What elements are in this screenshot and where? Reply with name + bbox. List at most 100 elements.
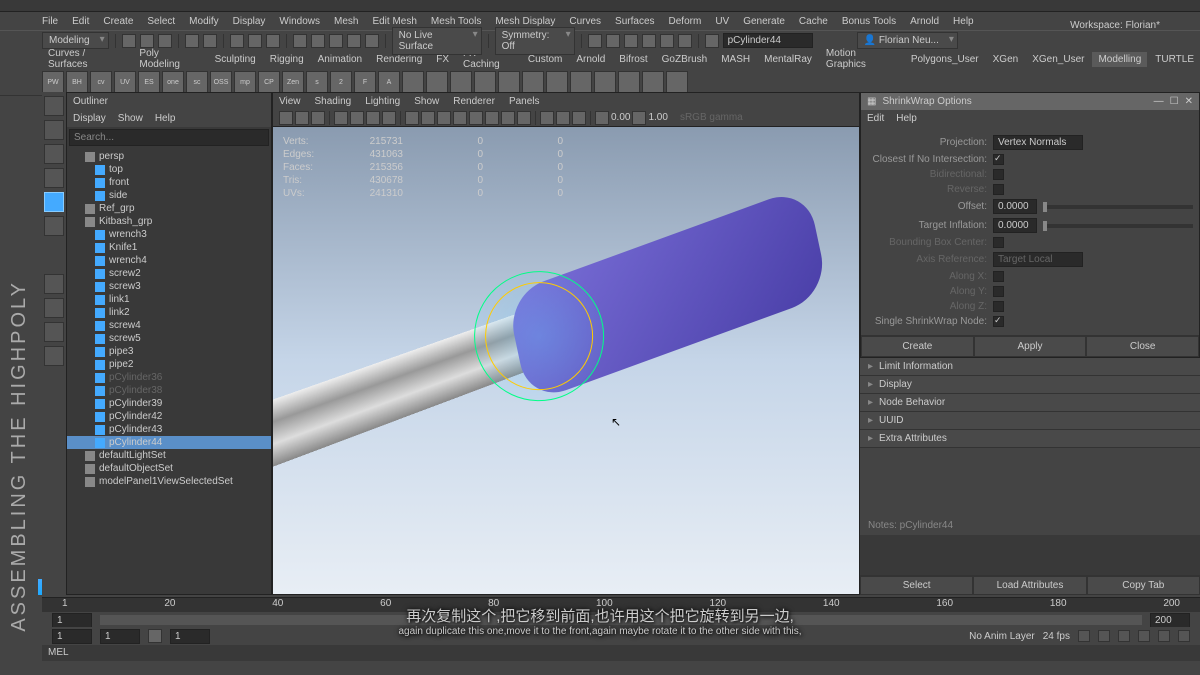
reverse-checkbox[interactable] (993, 184, 1004, 195)
shelf-button[interactable] (426, 71, 448, 93)
tree-item[interactable]: pCylinder38 (67, 384, 271, 397)
vp-gate-mask-icon[interactable] (382, 111, 396, 125)
vp-xray-joints-icon[interactable] (572, 111, 586, 125)
menu-surfaces[interactable]: Surfaces (615, 16, 654, 27)
tree-item[interactable]: link2 (67, 306, 271, 319)
menu-generate[interactable]: Generate (743, 16, 785, 27)
outliner-display[interactable]: Display (73, 113, 106, 124)
layout-outliner[interactable] (44, 346, 64, 366)
select-button[interactable]: Select (860, 576, 973, 595)
dialog-titlebar[interactable]: ▦ ShrinkWrap Options — ☐ ✕ (861, 93, 1199, 110)
hypershade-icon[interactable] (642, 34, 656, 48)
vp-shadows-icon[interactable] (469, 111, 483, 125)
vp-lights-icon[interactable] (453, 111, 467, 125)
menu-file[interactable]: File (42, 16, 58, 27)
outliner-show[interactable]: Show (118, 113, 143, 124)
range-end[interactable]: 200 (1150, 613, 1190, 628)
offset-input[interactable]: 0.0000 (993, 199, 1037, 214)
menu-select[interactable]: Select (147, 16, 175, 27)
paint-icon[interactable] (266, 34, 280, 48)
tree-item[interactable]: screw2 (67, 267, 271, 280)
vp-image-plane-icon[interactable] (311, 111, 325, 125)
menu-edit-mesh[interactable]: Edit Mesh (372, 16, 416, 27)
menu-mesh-tools[interactable]: Mesh Tools (431, 16, 481, 27)
tree-item[interactable]: pCylinder42 (67, 410, 271, 423)
move-tool[interactable] (44, 144, 64, 164)
range-start[interactable]: 1 (52, 613, 92, 628)
shelf-button[interactable] (618, 71, 640, 93)
vp-renderer[interactable]: Renderer (453, 96, 495, 107)
shelf-tab[interactable]: Bifrost (613, 52, 653, 67)
live-surface-dropdown[interactable]: No Live Surface (392, 27, 482, 55)
user-dropdown[interactable]: 👤 Florian Neu... (857, 32, 958, 49)
command-line[interactable]: MEL (42, 645, 1200, 661)
shelf-button[interactable]: sc (186, 71, 208, 93)
vp-gamma-value[interactable]: 1.00 (648, 112, 667, 123)
tree-item[interactable]: Ref_grp (67, 202, 271, 215)
playblast-icon[interactable] (678, 34, 692, 48)
shelf-button[interactable] (666, 71, 688, 93)
shelf-tab[interactable]: MentalRay (758, 52, 818, 67)
snap-grid-icon[interactable] (293, 34, 307, 48)
menu-help[interactable]: Help (953, 16, 974, 27)
select-mode-icon[interactable] (230, 34, 244, 48)
copy-tab-button[interactable]: Copy Tab (1087, 576, 1200, 595)
menu-modify[interactable]: Modify (189, 16, 218, 27)
acc-display[interactable]: Display (860, 376, 1200, 394)
tree-item[interactable]: side (67, 189, 271, 202)
vp-panels[interactable]: Panels (509, 96, 540, 107)
anim-curr[interactable]: 1 (170, 629, 210, 644)
go-start-icon[interactable] (1078, 630, 1090, 642)
menu-curves[interactable]: Curves (569, 16, 601, 27)
menu-set-dropdown[interactable]: Modeling (42, 32, 109, 49)
tree-item[interactable]: link1 (67, 293, 271, 306)
bidir-checkbox[interactable] (993, 169, 1004, 180)
apply-button[interactable]: Apply (974, 336, 1087, 357)
vp-color-space[interactable]: sRGB gamma (680, 112, 743, 123)
tree-item[interactable]: wrench4 (67, 254, 271, 267)
menu-mesh[interactable]: Mesh (334, 16, 358, 27)
obj-type-icon[interactable] (705, 34, 719, 48)
tree-item[interactable]: pCylinder39 (67, 397, 271, 410)
menu-cache[interactable]: Cache (799, 16, 828, 27)
shelf-button[interactable] (450, 71, 472, 93)
snap-live-icon[interactable] (365, 34, 379, 48)
shelf-button[interactable]: CP (258, 71, 280, 93)
menu-edit[interactable]: Edit (72, 16, 89, 27)
snap-curve-icon[interactable] (311, 34, 325, 48)
vp-aa-icon[interactable] (517, 111, 531, 125)
vp-grid-icon[interactable] (334, 111, 348, 125)
anim-curr-start[interactable]: 1 (100, 629, 140, 644)
shelf-button[interactable]: ES (138, 71, 160, 93)
step-fwd-icon[interactable] (1158, 630, 1170, 642)
vp-motion-blur-icon[interactable] (501, 111, 515, 125)
create-button[interactable]: Create (861, 336, 974, 357)
layout-single[interactable] (44, 274, 64, 294)
tree-item[interactable]: defaultLightSet (67, 449, 271, 462)
layout-four[interactable] (44, 298, 64, 318)
snap-point-icon[interactable] (329, 34, 343, 48)
notes-field[interactable]: Notes: pCylinder44 (860, 516, 1200, 535)
light-editor-icon[interactable] (660, 34, 674, 48)
shelf-button[interactable]: F (354, 71, 376, 93)
shelf-button[interactable]: mp (234, 71, 256, 93)
shelf-tab[interactable]: XGen_User (1026, 52, 1090, 67)
closest-checkbox[interactable] (993, 154, 1004, 165)
menu-create[interactable]: Create (103, 16, 133, 27)
scale-tool[interactable] (44, 192, 64, 212)
tree-item[interactable]: screw5 (67, 332, 271, 345)
shelf-button[interactable]: 2 (330, 71, 352, 93)
outliner-search[interactable]: Search... (69, 129, 269, 146)
tree-item[interactable]: pCylinder44 (67, 436, 271, 449)
tree-item[interactable]: pCylinder43 (67, 423, 271, 436)
shelf-button[interactable]: BH (66, 71, 88, 93)
vp-wireframe-icon[interactable] (405, 111, 419, 125)
menu-deform[interactable]: Deform (669, 16, 702, 27)
tree-item[interactable]: front (67, 176, 271, 189)
go-end-icon[interactable] (1178, 630, 1190, 642)
anim-layer-select[interactable]: No Anim Layer (969, 631, 1035, 642)
vp-bookmark-icon[interactable] (295, 111, 309, 125)
load-attr-button[interactable]: Load Attributes (973, 576, 1086, 595)
symmetry-dropdown[interactable]: Symmetry: Off (495, 27, 575, 55)
render-settings-icon[interactable] (624, 34, 638, 48)
